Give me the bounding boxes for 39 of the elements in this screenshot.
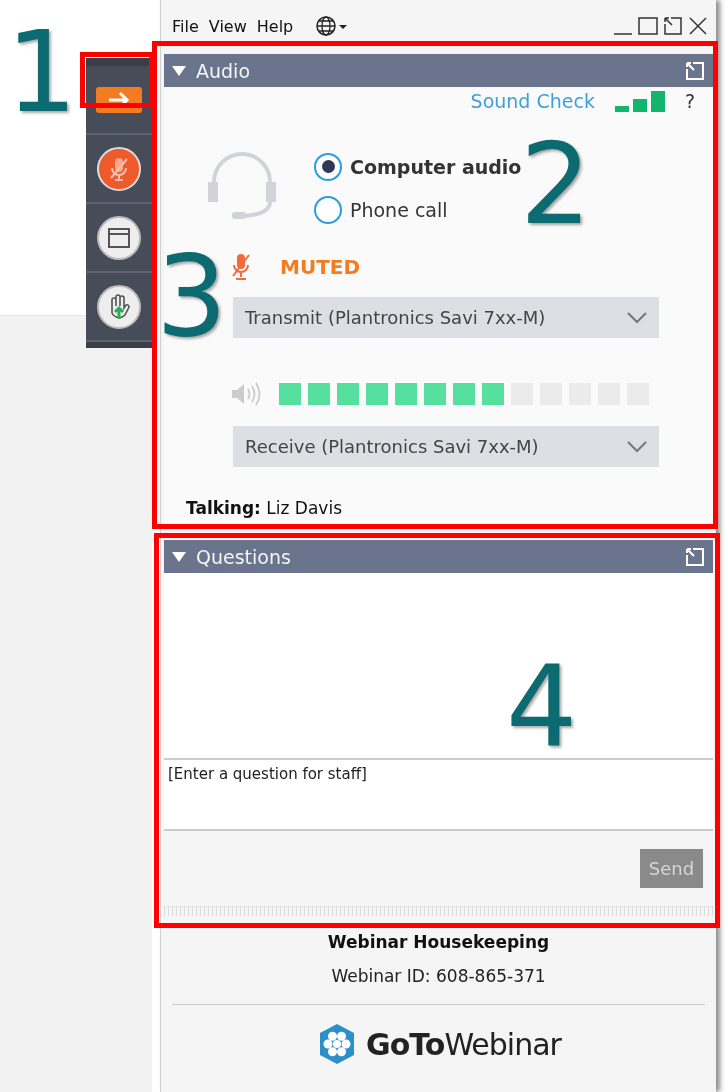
question-input[interactable]: [Enter a question for staff] [164,758,713,831]
callout-number: 2 [520,128,592,240]
popout-icon[interactable] [685,60,705,81]
menu-item[interactable]: View [208,16,247,36]
globe-icon[interactable] [315,15,350,37]
menu-item[interactable]: Help [256,16,294,36]
signal-icon [614,90,665,112]
callout-number: 1 [6,16,78,128]
receive-dropdown[interactable]: Receive (Plantronics Savi 7xx-M) [233,426,659,467]
webinar-title: Webinar Housekeeping [327,932,550,952]
mute-status: MUTED [280,255,361,279]
radio-option[interactable]: Phone call [314,188,522,231]
questions-header[interactable]: Questions [164,540,713,573]
help-icon[interactable]: ? [684,90,695,112]
resize-grip[interactable] [164,906,713,916]
raise-hand-button[interactable] [97,284,141,329]
maximize-icon[interactable] [637,16,659,36]
talking-status: Talking: Liz Davis [186,498,343,518]
panel-title: Questions [196,545,291,568]
radio-option[interactable]: Computer audio [314,145,522,188]
window-button[interactable] [97,215,141,260]
webinar-id: Webinar ID: 608-865-371 [331,966,546,986]
callout-number: 3 [156,240,228,352]
muted-mic-icon [108,155,130,182]
audio-header[interactable]: Audio [164,54,713,87]
panel-title: Audio [196,59,250,82]
collapse-icon[interactable] [172,550,186,563]
mute-button[interactable] [97,146,141,191]
muted-mic-icon [230,252,252,282]
window-icon [107,226,131,249]
transmit-dropdown[interactable]: Transmit (Plantronics Savi 7xx-M) [233,297,659,338]
close-icon[interactable] [687,16,709,36]
restore-icon[interactable] [662,16,684,36]
popout-icon[interactable] [685,546,705,567]
collapse-icon[interactable] [172,64,186,77]
menu-item[interactable]: File [172,16,199,36]
chevron-down-icon [627,440,647,453]
chevron-down-icon [627,311,647,324]
logo-text: GoToWebinar [366,1026,561,1062]
